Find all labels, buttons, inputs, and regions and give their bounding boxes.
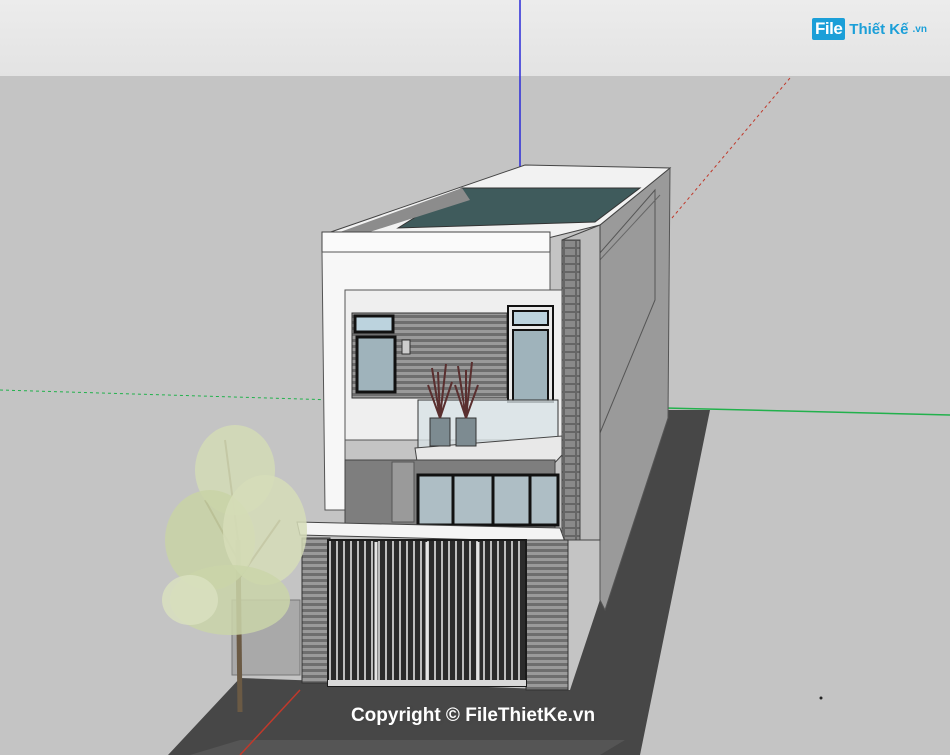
wall-lamp <box>401 339 411 355</box>
brand-logo[interactable]: File Thiết Kế .vn <box>812 14 927 44</box>
ground-glass-doors[interactable] <box>416 473 560 527</box>
copyright-watermark: Copyright © FileThietKe.vn <box>350 705 596 726</box>
scene-dot <box>819 696 823 700</box>
logo-mark: File <box>812 18 846 40</box>
axis-red-upper <box>671 77 791 219</box>
gate-bottom-rail <box>328 680 526 686</box>
model-scene[interactable] <box>0 0 950 755</box>
axis-green-left <box>0 389 336 401</box>
plant-pot-left <box>429 417 451 447</box>
column-brick <box>561 239 581 541</box>
sketchup-viewport[interactable]: File Thiết Kế .vn Copyright © FileThietK… <box>0 0 950 755</box>
gate-pillar-left <box>301 537 331 684</box>
upper-door[interactable] <box>512 329 549 403</box>
upper-door-transom[interactable] <box>512 310 549 326</box>
stone-panel <box>391 461 415 523</box>
logo-tld: .vn <box>912 23 927 35</box>
top-fascia <box>321 231 551 253</box>
sidewalk <box>190 740 625 755</box>
upper-window-transom[interactable] <box>353 314 395 334</box>
plant-pot-right <box>455 417 477 447</box>
upper-window-left[interactable] <box>355 335 397 394</box>
gate-pillar-right <box>525 539 569 691</box>
logo-name: Thiết Kế <box>849 20 909 38</box>
